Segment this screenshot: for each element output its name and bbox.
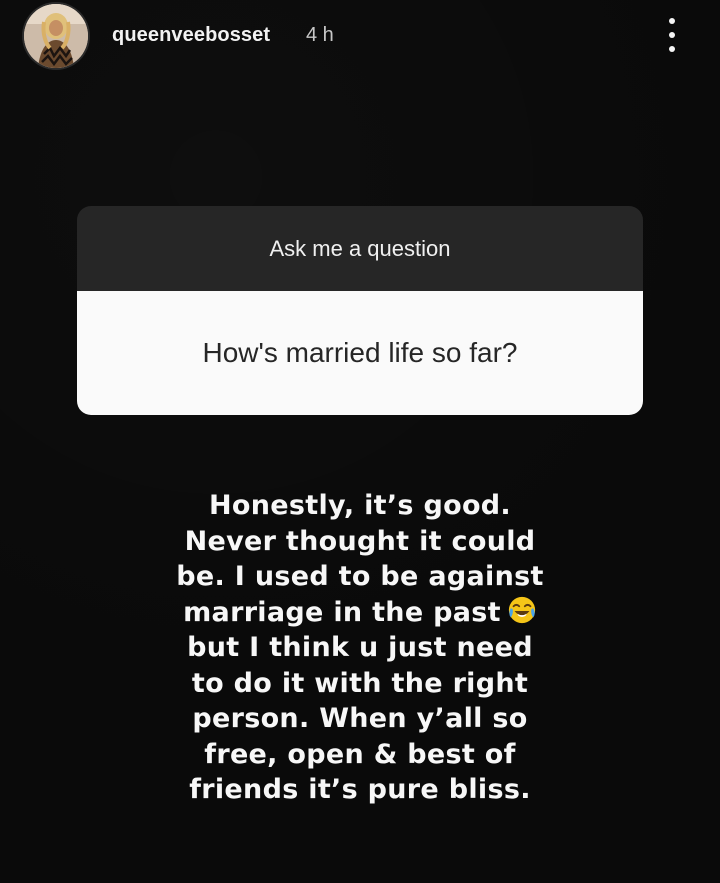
answer-text: Honestly, it’s good. Never thought it co… [120,488,600,808]
more-vertical-icon [669,18,675,24]
question-sticker: Ask me a question How's married life so … [77,206,643,415]
more-vertical-icon-dot [669,32,675,38]
timestamp: 4 h [306,24,334,46]
more-vertical-icon-dot [669,46,675,52]
answer-line: free, open & best of [204,738,516,770]
profile-avatar-image [24,4,88,68]
answer-line: person. When y’all so [192,703,528,734]
answer-line: but I think u just need [187,632,533,663]
answer-line: be. I used to be against [176,561,544,592]
story-header: queenveebosset 4 h [0,0,720,76]
more-options-button[interactable] [660,18,684,52]
answer-line: Honestly, it’s good. [209,490,511,521]
answer-line: friends it’s pure bliss. [189,774,531,805]
face-with-tears-of-joy-icon [507,595,537,625]
username[interactable]: queenveebosset [112,24,270,47]
question-sticker-question: How's married life so far? [77,291,643,415]
avatar[interactable] [24,4,88,68]
answer-line: marriage in the past [183,596,501,628]
answer-line: to do it with the right [191,667,529,699]
question-sticker-prompt: Ask me a question [77,206,643,291]
answer-line: Never thought it could [184,525,536,557]
answer-line-with-emoji: marriage in the past [120,595,600,631]
